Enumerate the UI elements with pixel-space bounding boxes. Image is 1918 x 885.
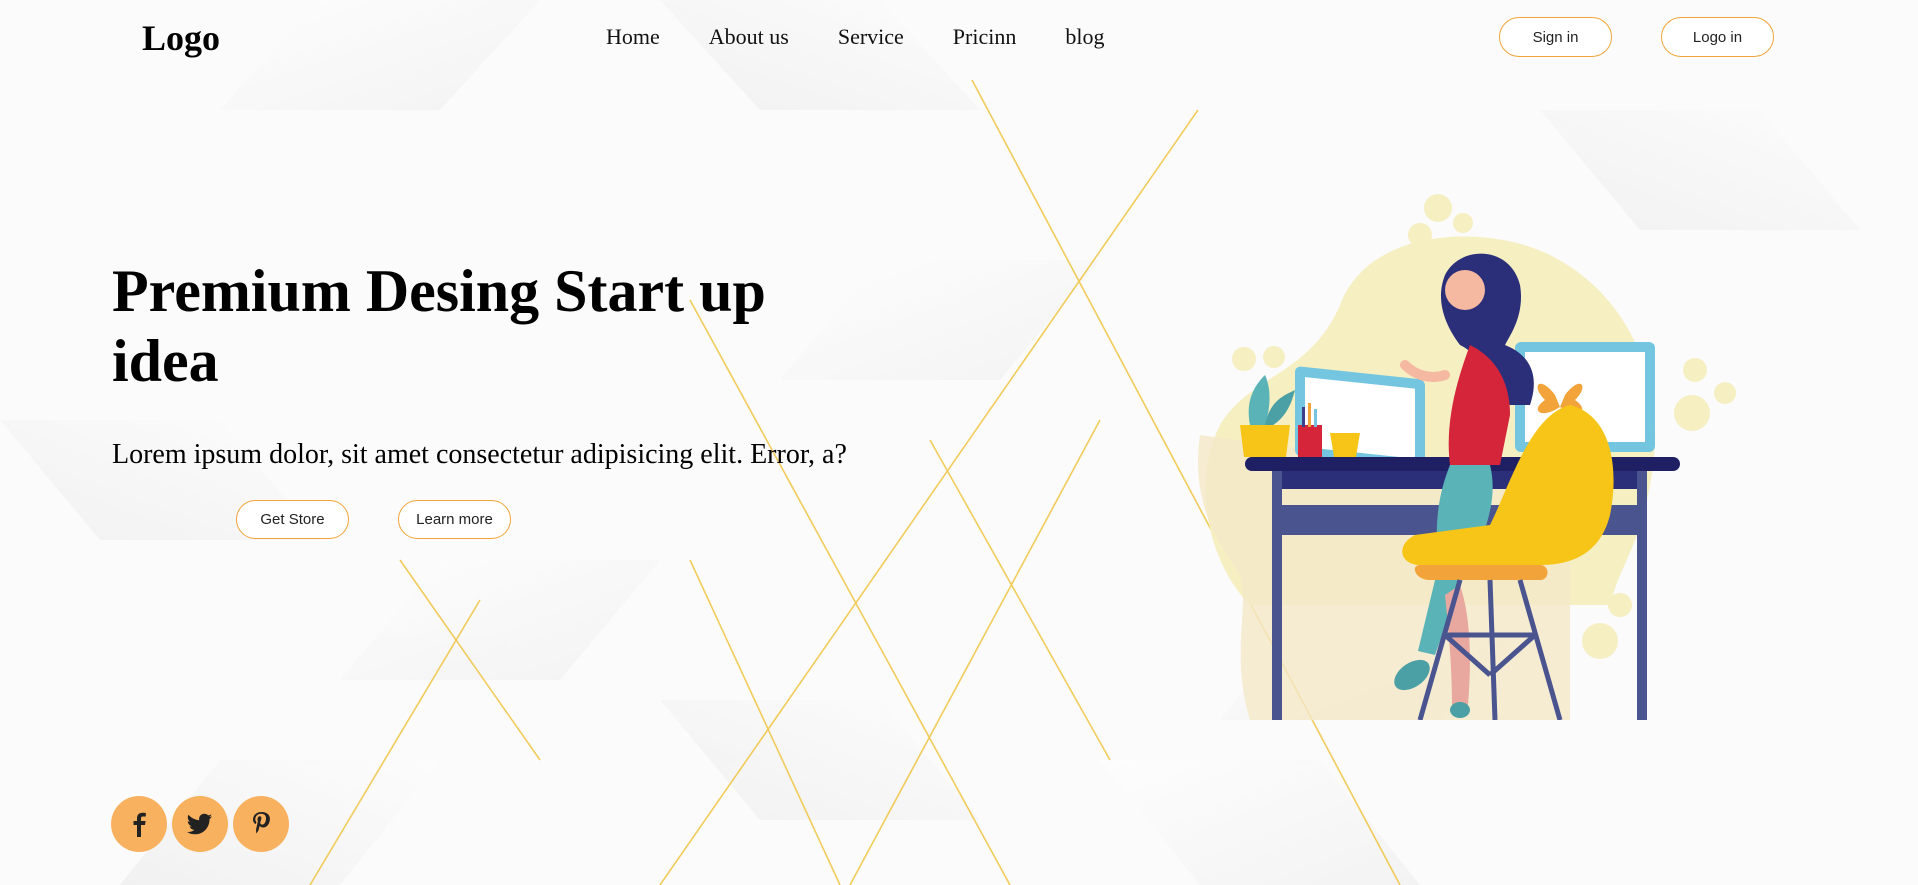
facebook-button[interactable]	[111, 796, 167, 852]
twitter-button[interactable]	[172, 796, 228, 852]
designer-illustration	[1198, 194, 1736, 720]
main-nav: Home About us Service Pricinn blog	[606, 20, 1153, 54]
nav-blog[interactable]: blog	[1065, 20, 1104, 54]
pinterest-icon	[253, 812, 270, 834]
nav-home[interactable]: Home	[606, 20, 660, 54]
sign-in-button[interactable]: Sign in	[1499, 17, 1612, 57]
hero-text: Lorem ipsum dolor, sit amet consectetur …	[112, 439, 847, 470]
pinterest-button[interactable]	[233, 796, 289, 852]
learn-more-button[interactable]: Learn more	[398, 500, 511, 539]
nav-about-us[interactable]: About us	[709, 20, 789, 54]
hero-title: Premium Desing Start up idea	[112, 258, 766, 394]
logo[interactable]: Logo	[142, 14, 220, 62]
get-store-button[interactable]: Get Store	[236, 500, 349, 539]
nav-service[interactable]: Service	[838, 20, 904, 54]
log-in-button[interactable]: Logo in	[1661, 17, 1774, 57]
nav-pricing[interactable]: Pricinn	[953, 20, 1017, 54]
facebook-icon	[133, 812, 146, 837]
social-links	[111, 796, 294, 852]
twitter-icon	[187, 813, 212, 835]
